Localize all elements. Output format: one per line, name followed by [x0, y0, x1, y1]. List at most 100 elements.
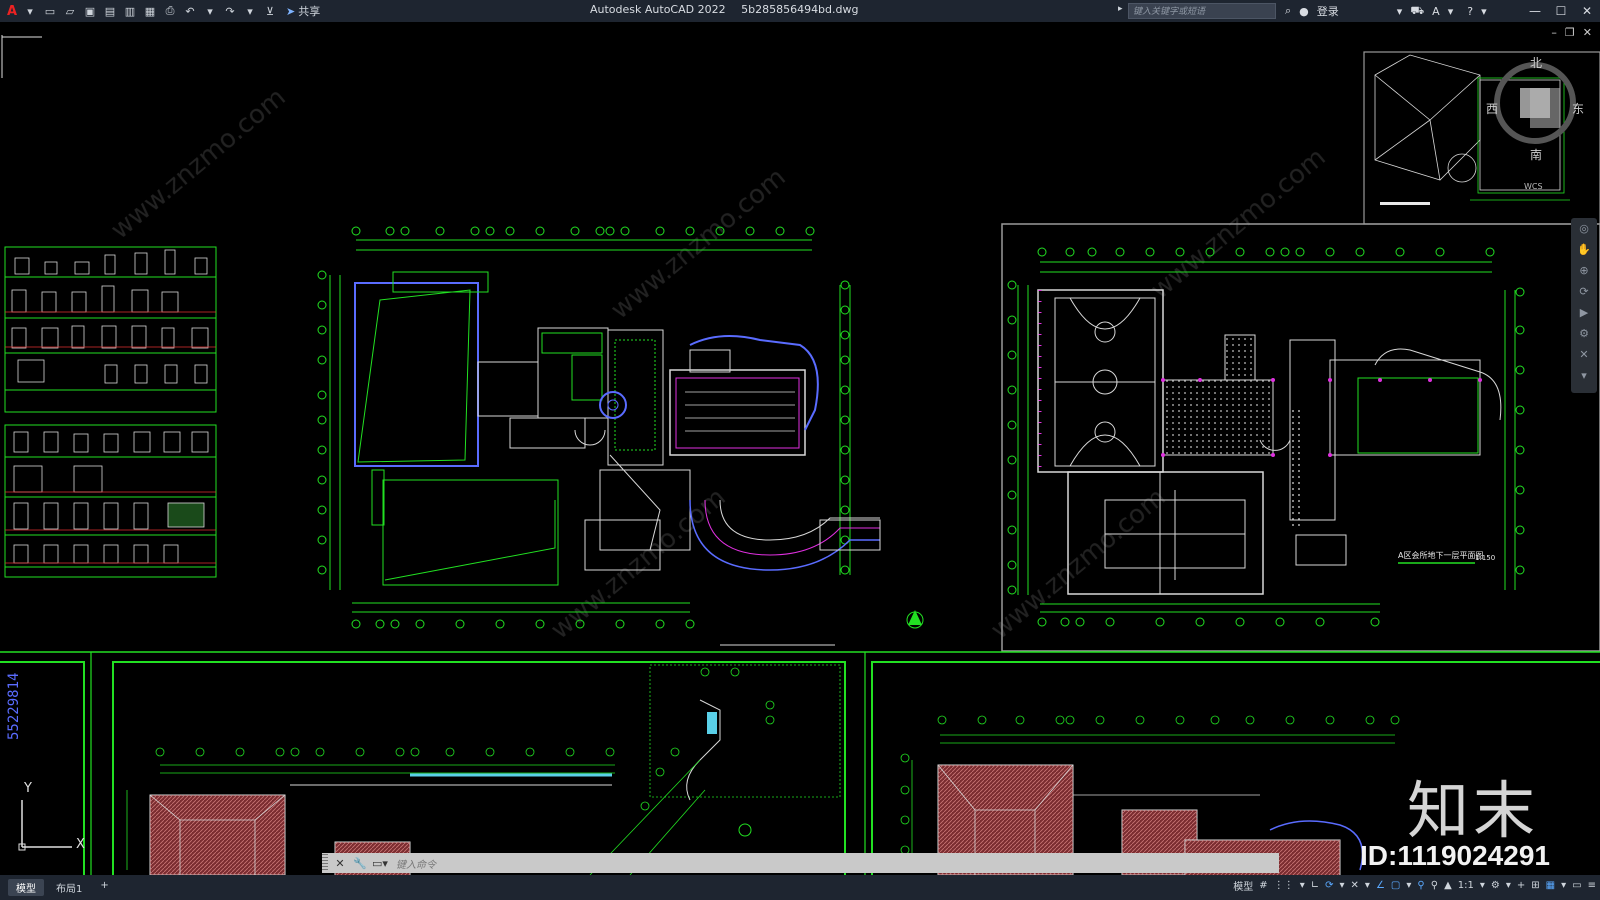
close-command-icon[interactable]: ✕ — [332, 855, 348, 871]
navbar-settings-icon[interactable]: ⚙ — [1571, 323, 1597, 344]
steering-wheel-icon[interactable]: ◎ — [1571, 218, 1597, 239]
add-layout-button[interactable]: + — [94, 879, 114, 896]
grid-icon[interactable]: # — [1259, 880, 1267, 891]
help-dropdown-icon[interactable]: ▾ — [1481, 5, 1487, 18]
help-icon[interactable]: ? — [1467, 5, 1473, 18]
navigation-bar: ◎ ✋ ⊕ ⟳ ▶ ⚙ ✕ ▾ — [1571, 218, 1597, 393]
watermark-site: www.znzmo.com — [985, 482, 1171, 645]
window-controls: — ☐ ✕ — [1522, 0, 1600, 22]
units-icon[interactable]: ⊞ — [1531, 880, 1539, 891]
watermark-site: www.znzmo.com — [545, 482, 731, 645]
web-mobile-icon[interactable]: ▥ — [122, 3, 138, 19]
print-icon[interactable]: ⎙ — [162, 3, 178, 19]
cart-icon[interactable]: ⛟ — [1410, 4, 1424, 19]
plan-scale: 1:150 — [1475, 554, 1495, 562]
open-folder-icon[interactable]: ▱ — [62, 3, 78, 19]
watermark-text: www.znzmo.com www.znzmo.com www.znzmo.co… — [105, 82, 1331, 645]
plan-title: A区会所地下一层平面图 — [1398, 550, 1483, 560]
search-input[interactable]: 键入关键字或短语 — [1128, 3, 1276, 19]
minimize-icon[interactable]: — — [1522, 0, 1548, 22]
layout-tabs: 模型 布局1 + — [8, 879, 115, 896]
annotation-scale-dropdown-icon[interactable]: ▾ — [1480, 880, 1485, 891]
quick-access-toolbar: A ▾ ▭ ▱ ▣ ▤ ▥ ▦ ⎙ ↶ ▾ ↷ ▾ ⊻ ➤ 共享 — [0, 0, 320, 22]
navbar-close-icon[interactable]: ✕ — [1571, 344, 1597, 365]
new-file-icon[interactable]: ▭ — [42, 3, 58, 19]
undo-icon[interactable]: ↶ — [182, 3, 198, 19]
orbit-icon[interactable]: ⟳ — [1571, 281, 1597, 302]
autodesk-account-icon[interactable]: A — [1432, 5, 1440, 18]
object-snap-tracking-icon[interactable]: ∠ — [1376, 880, 1385, 891]
account-dropdown-icon[interactable]: ▾ — [1448, 5, 1454, 18]
publish-icon[interactable]: ▦ — [142, 3, 158, 19]
command-input[interactable]: 键入命令 — [396, 856, 436, 871]
isodraft-icon[interactable]: ✕ — [1351, 880, 1359, 891]
ucs-y-label: Y — [24, 781, 32, 796]
login-button[interactable]: 登录 — [1317, 3, 1339, 19]
annotation-scale-icon[interactable]: ▲ — [1444, 880, 1452, 891]
compass-north[interactable]: 北 — [1530, 54, 1542, 71]
share-label: 共享 — [298, 5, 321, 18]
annotation-monitor-icon[interactable]: + — [1517, 880, 1525, 891]
isodraft-dropdown-icon[interactable]: ▾ — [1365, 880, 1370, 891]
object-snap-icon[interactable]: ▢ — [1391, 880, 1400, 891]
watermark-id: ID:1119024291 — [1360, 840, 1550, 871]
compass-south[interactable]: 南 — [1530, 146, 1542, 163]
basement-plan: A区会所地下一层平面图 1:150 — [1001, 223, 1600, 652]
detail-sheet-upper — [4, 246, 217, 413]
user-icon[interactable]: ● — [1299, 5, 1309, 18]
login-dropdown-icon[interactable]: ▾ — [1397, 5, 1403, 18]
quick-properties-icon[interactable]: ▦ — [1546, 880, 1555, 891]
viewcube[interactable]: 北 东 西 南 WCS — [1486, 56, 1584, 191]
model-space-button[interactable]: 模型 — [1233, 878, 1253, 893]
redo-dropdown-icon[interactable]: ▾ — [242, 3, 258, 19]
cursor-crosshair — [1, 35, 42, 78]
title-tools: ⌕ ● 登录 ▾ ⛟ A ▾ ? ▾ — [1285, 0, 1495, 22]
app-menu-button[interactable]: A — [4, 4, 20, 19]
redo-icon[interactable]: ↷ — [222, 3, 238, 19]
wcs-menu[interactable]: WCS — [1524, 182, 1543, 191]
polar-tracking-icon[interactable]: ⟳ — [1325, 880, 1333, 891]
title-bar: A ▾ ▭ ▱ ▣ ▤ ▥ ▦ ⎙ ↶ ▾ ↷ ▾ ⊻ ➤ 共享 Autodes… — [0, 0, 1600, 22]
viewcube-ring-icon[interactable] — [1490, 58, 1580, 148]
clean-screen-icon[interactable]: ▭ — [1572, 880, 1581, 891]
tab-layout1[interactable]: 布局1 — [48, 879, 90, 896]
customize-toolbar-icon[interactable]: ⊻ — [262, 3, 278, 19]
customization-menu-icon[interactable]: ≡ — [1588, 880, 1596, 891]
showmotion-icon[interactable]: ▶ — [1571, 302, 1597, 323]
snap-dropdown-icon[interactable]: ▾ — [1300, 880, 1305, 891]
polar-dropdown-icon[interactable]: ▾ — [1340, 880, 1345, 891]
ucs-x-label: X — [76, 837, 85, 852]
maximize-icon[interactable]: ☐ — [1548, 0, 1574, 22]
file-name: 5b285856494bd.dwg — [741, 3, 859, 16]
zoom-extents-icon[interactable]: ⊕ — [1571, 260, 1597, 281]
save-as-icon[interactable]: ▤ — [102, 3, 118, 19]
recent-commands-icon[interactable]: ▭▾ — [372, 855, 388, 871]
window-title: Autodesk AutoCAD 2022 5b285856494bd.dwg — [590, 3, 870, 16]
object-snap-dropdown-icon[interactable]: ▾ — [1406, 880, 1411, 891]
lock-ui-icon[interactable]: ▾ — [1561, 880, 1566, 891]
search-icon[interactable]: ⌕ — [1285, 4, 1291, 18]
annotation-scale-value[interactable]: 1:1 — [1458, 880, 1474, 891]
compass-west[interactable]: 西 — [1486, 100, 1498, 117]
ortho-icon[interactable]: ∟ — [1311, 880, 1319, 891]
close-icon[interactable]: ✕ — [1574, 0, 1600, 22]
watermark-site: www.znzmo.com — [105, 82, 291, 245]
dropdown-arrow-icon[interactable]: ▾ — [22, 3, 38, 19]
workspace-gear-icon[interactable]: ⚙ — [1491, 880, 1500, 891]
customize-wrench-icon[interactable]: 🔧 — [352, 855, 368, 871]
pan-icon[interactable]: ✋ — [1571, 239, 1597, 260]
undo-dropdown-icon[interactable]: ▾ — [202, 3, 218, 19]
share-button[interactable]: ➤ 共享 — [286, 3, 320, 19]
compass-east[interactable]: 东 — [1572, 100, 1584, 117]
command-line-grip[interactable] — [322, 854, 328, 872]
drawing-canvas[interactable]: www.znzmo.com www.znzmo.com www.znzmo.co… — [0, 22, 1600, 875]
annotation-visibility-icon[interactable]: ⚲ — [1417, 880, 1424, 891]
navbar-menu-icon[interactable]: ▾ — [1571, 365, 1597, 386]
tab-model[interactable]: 模型 — [8, 879, 44, 896]
search-expand-icon[interactable]: ▸ — [1118, 4, 1123, 14]
workspace-dropdown-icon[interactable]: ▾ — [1506, 880, 1511, 891]
snap-icon[interactable]: ⋮⋮ — [1274, 880, 1294, 891]
watermark-logo: 知末 — [1407, 774, 1540, 847]
save-icon[interactable]: ▣ — [82, 3, 98, 19]
auto-scale-icon[interactable]: ⚲ — [1431, 880, 1438, 891]
